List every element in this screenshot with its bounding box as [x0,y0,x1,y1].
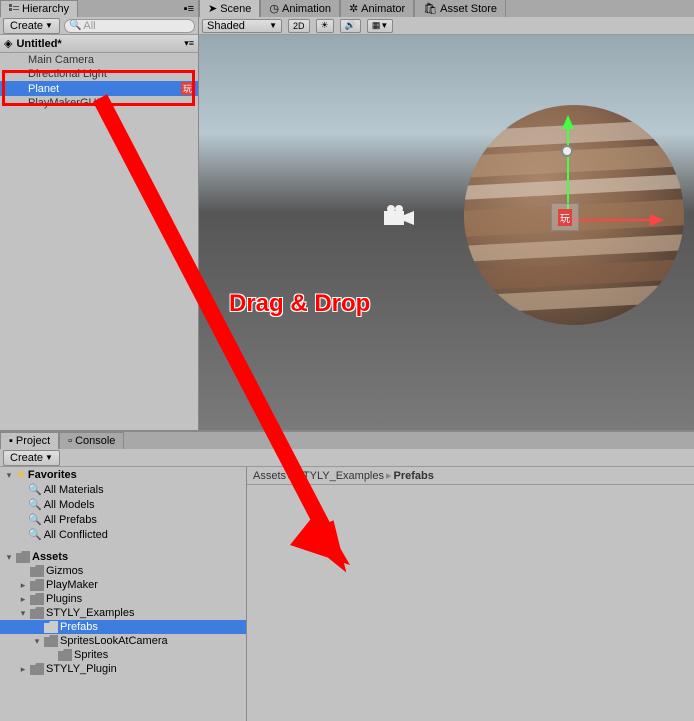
hierarchy-tab[interactable]: Hierarchy [0,0,78,17]
scene-tab-row: ➤ Scene ◷ Animation ✲ Animator 🛍 Asset S… [199,0,694,17]
assets-header[interactable]: Assets [0,550,246,564]
tree-item[interactable]: STYLY_Examples [0,606,246,620]
tree-item-label: Plugins [46,593,82,605]
hierarchy-item[interactable]: PlayMakerGUI [0,96,198,110]
tab-console[interactable]: ▫ Console [59,432,124,449]
tab-project[interactable]: ▪ Project [0,432,59,449]
hierarchy-search-input[interactable]: 🔍All [64,19,195,33]
scene-toolbar: Shaded▼ 2D ☀ 🔊 ▦ ▼ [199,17,694,35]
annotation-text: Drag & Drop [229,290,370,318]
scene-panel: ➤ Scene ◷ Animation ✲ Animator 🛍 Asset S… [199,0,694,430]
tree-item-label: SpritesLookAtCamera [60,635,168,647]
folder-icon [44,635,58,647]
gizmo-center-icon[interactable]: 玩 [551,203,579,231]
store-icon: 🛍 [423,2,437,15]
scene-viewport[interactable]: 玩 Drag & Drop [199,35,694,430]
fx-toggle[interactable]: ▦ ▼ [367,19,393,33]
hierarchy-tab-label: Hierarchy [22,3,69,15]
hierarchy-icon [9,4,19,14]
folder-icon [16,551,30,563]
tree-item-label: Prefabs [60,621,98,633]
hierarchy-list: Main Camera Directional Light Planet 玩 P… [0,53,198,430]
favorite-item[interactable]: 🔍All Materials [0,482,246,497]
shading-mode-dropdown[interactable]: Shaded▼ [202,19,282,33]
create-button[interactable]: Create ▼ [3,18,60,34]
project-content-area[interactable]: Assets▸STYLY_Examples▸Prefabs [247,467,694,721]
tree-item[interactable]: SpritesLookAtCamera [0,634,246,648]
tree-item-label: Sprites [74,649,108,661]
audio-toggle[interactable]: 🔊 [340,19,361,33]
hierarchy-item[interactable]: Main Camera [0,53,198,67]
tab-animation[interactable]: ◷ Animation [260,0,340,17]
folder-icon [30,565,44,577]
clock-icon: ◷ [269,2,279,15]
unity-logo-icon: ◈ [4,37,12,50]
search-icon: 🔍 [28,498,42,511]
tree-item-label: STYLY_Plugin [46,663,117,675]
camera-gizmo-icon [379,203,419,233]
scene-name: Untitled* [16,38,61,50]
favorite-item[interactable]: 🔍All Models [0,497,246,512]
console-icon: ▫ [68,435,72,447]
tree-item-label: STYLY_Examples [46,607,134,619]
hierarchy-item-label: Planet [28,83,59,95]
tree-item-label: Gizmos [46,565,83,577]
breadcrumb[interactable]: Assets▸STYLY_Examples▸Prefabs [247,467,694,485]
gizmo-origin-icon [561,145,573,157]
hierarchy-item[interactable]: Directional Light [0,67,198,81]
project-panel: ▪ Project ▫ Console Create ▼ ★ Favorites… [0,432,694,721]
tree-item[interactable]: PlayMaker [0,578,246,592]
scene-icon: ➤ [208,2,217,15]
gizmo-x-axis[interactable] [564,210,664,230]
scene-header[interactable]: ◈ Untitled* ▾≡ [0,35,198,53]
folder-icon: ▪ [9,435,13,447]
hierarchy-panel: Hierarchy ▪≡ Create ▼ 🔍All ◈ Untitled* ▾… [0,0,199,430]
folder-icon [30,607,44,619]
animator-icon: ✲ [349,2,358,15]
folder-icon [30,663,44,675]
panel-menu-icon[interactable]: ▪≡ [180,1,198,17]
tab-asset-store[interactable]: 🛍 Asset Store [414,0,506,17]
hierarchy-tab-row: Hierarchy ▪≡ [0,0,198,17]
project-tree: ★ Favorites 🔍All Materials 🔍All Models 🔍… [0,467,247,721]
lighting-toggle[interactable]: ☀ [316,19,334,33]
folder-icon [30,593,44,605]
playmaker-badge-icon: 玩 [181,82,194,95]
hierarchy-toolbar: Create ▼ 🔍All [0,17,198,35]
folder-icon [30,579,44,591]
folder-icon [58,649,72,661]
project-create-button[interactable]: Create ▼ [3,450,60,466]
scene-menu-icon[interactable]: ▾≡ [184,38,194,49]
tab-scene[interactable]: ➤ Scene [199,0,260,17]
favorite-item[interactable]: 🔍All Conflicted [0,527,246,542]
tree-item[interactable]: Plugins [0,592,246,606]
tree-item-label: PlayMaker [46,579,98,591]
favorite-item[interactable]: 🔍All Prefabs [0,512,246,527]
search-icon: 🔍 [28,483,42,496]
tree-item[interactable]: STYLY_Plugin [0,662,246,676]
search-icon: 🔍 [28,513,42,526]
search-icon: 🔍 [28,528,42,541]
tree-item-selected[interactable]: Prefabs [0,620,246,634]
tree-item[interactable]: Gizmos [0,564,246,578]
folder-icon [44,621,58,633]
star-icon: ★ [16,468,26,481]
project-toolbar: Create ▼ [0,449,694,467]
tab-animator[interactable]: ✲ Animator [340,0,414,17]
hierarchy-item-selected[interactable]: Planet 玩 [0,81,198,96]
mode-2d-toggle[interactable]: 2D [288,19,310,33]
project-tab-row: ▪ Project ▫ Console [0,432,694,449]
favorites-header[interactable]: ★ Favorites [0,467,246,482]
tree-item[interactable]: Sprites [0,648,246,662]
